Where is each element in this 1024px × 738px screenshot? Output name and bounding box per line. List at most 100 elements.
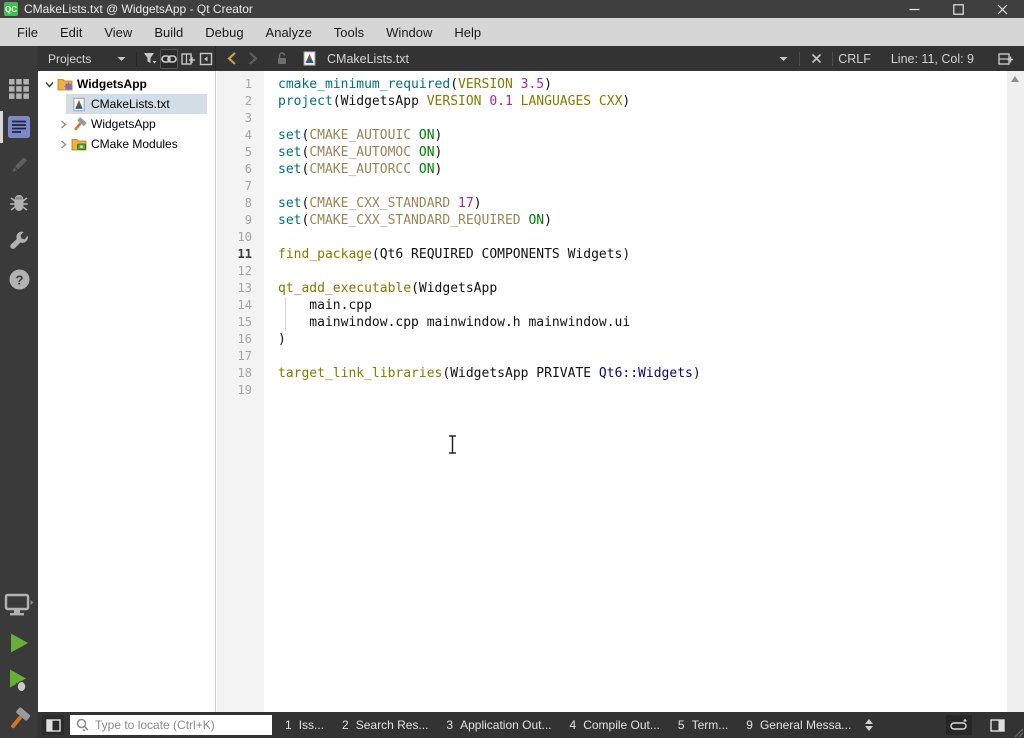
output-pane-5[interactable]: 5Term... (678, 718, 728, 732)
build-button[interactable] (0, 700, 38, 738)
output-pane-number: 9 (746, 718, 753, 732)
menu-help[interactable]: Help (443, 18, 492, 46)
split-editor-icon[interactable] (995, 49, 1015, 69)
code-text: set(CMAKE_AUTOUIC ON) (264, 127, 442, 144)
code-line-4[interactable]: 4set(CMAKE_AUTOUIC ON) (217, 127, 1007, 144)
menu-build[interactable]: Build (143, 18, 194, 46)
kit-selector-button[interactable] (0, 586, 38, 624)
toggle-left-sidebar-icon[interactable] (42, 715, 64, 735)
menu-tools[interactable]: Tools (323, 18, 375, 46)
pane-selector-dropdown[interactable]: Projects (38, 46, 132, 71)
menu-window[interactable]: Window (375, 18, 443, 46)
mode-sidebar: ? (0, 46, 38, 738)
synchronize-link-icon[interactable] (160, 49, 178, 69)
code-text (264, 348, 278, 365)
debug-bug-icon (8, 192, 30, 214)
tree-item-cmakelists-txt[interactable]: CMakeLists.txt (38, 94, 215, 114)
expander-expanded-icon[interactable] (42, 80, 56, 89)
code-line-11[interactable]: 11find_package(Qt6 REQUIRED COMPONENTS W… (217, 246, 1007, 263)
close-pane-icon[interactable] (198, 49, 214, 69)
design-mode-button[interactable] (0, 146, 38, 184)
output-pane-2[interactable]: 2Search Res... (342, 718, 428, 732)
tree-item-widgetsapp[interactable]: WidgetsApp (38, 114, 215, 134)
menu-file[interactable]: File (6, 18, 49, 46)
debug-mode-button[interactable] (0, 184, 38, 222)
tree-item-cmake-modules[interactable]: CMake Modules (38, 134, 215, 154)
output-pane-3[interactable]: 3Application Out... (446, 718, 551, 732)
go-forward-icon[interactable] (243, 49, 263, 69)
code-line-17[interactable]: 17 (217, 348, 1007, 365)
code-line-10[interactable]: 10 (217, 229, 1007, 246)
toggle-right-sidebar-icon[interactable] (984, 715, 1010, 735)
menu-view[interactable]: View (93, 18, 143, 46)
output-pane-1[interactable]: 1Iss... (285, 718, 324, 732)
menu-analyze[interactable]: Analyze (255, 18, 323, 46)
output-pane-label: General Messa... (760, 718, 851, 732)
help-icon: ? (8, 268, 31, 291)
edit-mode-button[interactable] (0, 108, 38, 146)
projects-mode-button[interactable] (0, 222, 38, 260)
code-editor[interactable]: 1cmake_minimum_required(VERSION 3.5)2pro… (217, 71, 1024, 712)
svg-text:?: ? (15, 272, 23, 287)
code-line-1[interactable]: 1cmake_minimum_required(VERSION 3.5) (217, 76, 1007, 93)
expander-collapsed-icon[interactable] (56, 120, 70, 129)
split-pane-icon[interactable] (180, 49, 196, 69)
cmake-file-icon (70, 97, 88, 112)
document-dropdown-icon[interactable] (773, 49, 793, 69)
output-pane-9[interactable]: 9 General Messa... (746, 718, 851, 732)
go-back-icon[interactable] (221, 49, 241, 69)
tree-item-label: CMakeLists.txt (91, 97, 170, 111)
code-line-16[interactable]: 16) (217, 331, 1007, 348)
code-line-15[interactable]: 15 mainwindow.cpp mainwindow.h mainwindo… (217, 314, 1007, 331)
code-text: ) (264, 331, 286, 348)
output-pane-4[interactable]: 4Compile Out... (570, 718, 660, 732)
tree-item-widgetsapp[interactable]: WidgetsApp (38, 74, 215, 94)
cmake-file-icon (299, 49, 319, 69)
minimize-button[interactable] (892, 0, 936, 18)
tree-item-label: WidgetsApp (77, 77, 147, 91)
expander-collapsed-icon[interactable] (56, 140, 70, 149)
output-pane-arrows-icon[interactable] (865, 719, 873, 731)
locator-input[interactable] (95, 718, 255, 732)
code-line-7[interactable]: 7 (217, 178, 1007, 195)
tree-item-label: WidgetsApp (91, 117, 156, 131)
line-ending-indicator[interactable]: CRLF (838, 52, 871, 66)
close-button[interactable] (980, 0, 1024, 18)
code-line-6[interactable]: 6set(CMAKE_AUTORCC ON) (217, 161, 1007, 178)
code-line-2[interactable]: 2project(WidgetsApp VERSION 0.1 LANGUAGE… (217, 93, 1007, 110)
cursor-position-indicator[interactable]: Line: 11, Col: 9 (891, 52, 974, 66)
resize-grip-icon[interactable] (1011, 725, 1023, 737)
window-title: CMakeLists.txt @ WidgetsApp - Qt Creator (24, 2, 253, 16)
code-text: set(CMAKE_AUTORCC ON) (264, 161, 442, 178)
line-number: 2 (217, 93, 264, 110)
close-document-icon[interactable] (806, 49, 826, 69)
output-pane-label: Application Out... (460, 718, 551, 732)
run-button[interactable] (0, 624, 38, 662)
code-line-12[interactable]: 12 (217, 263, 1007, 280)
output-pane-number: 1 (285, 718, 292, 732)
menu-edit[interactable]: Edit (49, 18, 93, 46)
menu-debug[interactable]: Debug (194, 18, 254, 46)
tree-item-label: CMake Modules (91, 137, 178, 151)
maximize-button[interactable] (936, 0, 980, 18)
editor-scrollbar[interactable] (1007, 71, 1024, 712)
code-line-5[interactable]: 5set(CMAKE_AUTOMOC ON) (217, 144, 1007, 161)
indent-guide (285, 297, 286, 314)
welcome-mode-button[interactable] (0, 70, 38, 108)
scroll-up-icon[interactable] (1011, 76, 1019, 82)
code-line-18[interactable]: 18target_link_libraries(WidgetsApp PRIVA… (217, 365, 1007, 382)
code-line-19[interactable]: 19 (217, 382, 1007, 399)
code-line-13[interactable]: 13qt_add_executable(WidgetsApp (217, 280, 1007, 297)
kit-selector-monitor-icon (4, 593, 34, 617)
line-number: 13 (217, 280, 264, 297)
locator[interactable] (70, 715, 272, 735)
progress-details-icon[interactable] (946, 715, 972, 735)
code-line-9[interactable]: 9set(CMAKE_CXX_STANDARD_REQUIRED ON) (217, 212, 1007, 229)
code-line-8[interactable]: 8set(CMAKE_CXX_STANDARD 17) (217, 195, 1007, 212)
document-tab-label[interactable]: CMakeLists.txt (327, 52, 409, 66)
run-debug-button[interactable] (0, 662, 38, 700)
code-line-3[interactable]: 3 (217, 110, 1007, 127)
code-line-14[interactable]: 14 main.cpp (217, 297, 1007, 314)
filter-icon[interactable] (142, 49, 158, 69)
help-mode-button[interactable]: ? (0, 260, 38, 298)
